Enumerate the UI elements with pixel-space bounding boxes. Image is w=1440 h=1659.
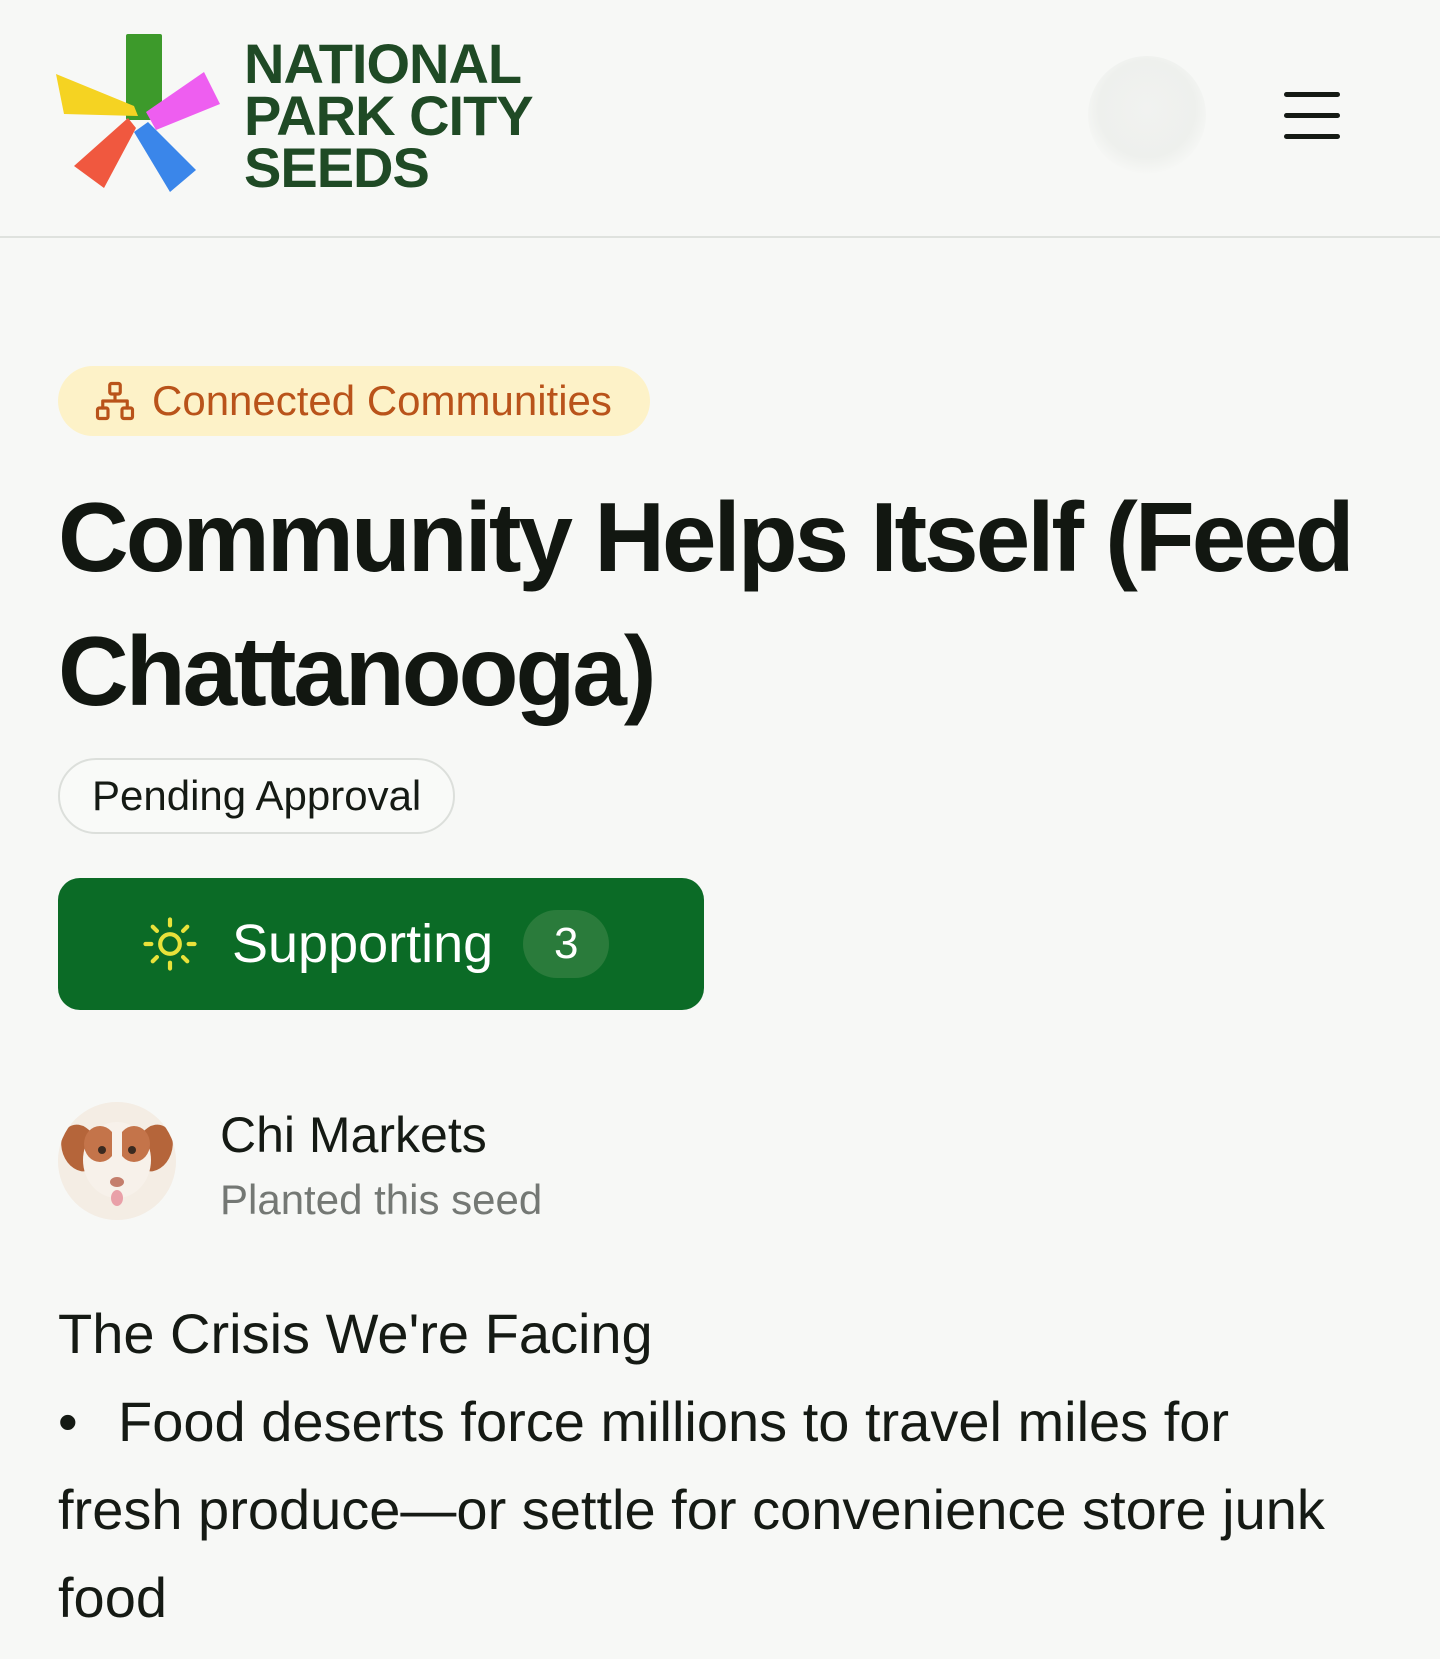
profile-avatar-placeholder[interactable] <box>1088 56 1206 174</box>
hamburger-menu-icon[interactable] <box>1278 86 1344 146</box>
seed-description: The Crisis We're Facing • Food deserts fo… <box>58 1290 1368 1642</box>
supporter-count-badge: 3 <box>523 910 610 978</box>
logo-line: NATIONAL <box>244 32 522 95</box>
bullet-icon: • <box>58 1390 78 1453</box>
logo-icon[interactable] <box>54 34 234 204</box>
section-heading: The Crisis We're Facing <box>58 1302 653 1365</box>
page-title: Community Helps Itself (Feed Chattanooga… <box>58 482 1355 726</box>
avatar[interactable] <box>58 1102 176 1220</box>
supporting-button[interactable]: Supporting 3 <box>58 878 704 1010</box>
author-name[interactable]: Chi Markets <box>220 1106 487 1164</box>
sun-icon <box>143 917 197 971</box>
supporting-label: Supporting <box>232 914 494 974</box>
site-header: NATIONAL PARK CITY SEEDS <box>0 0 1440 238</box>
logo-line: PARK CITY <box>244 84 534 147</box>
logo-wordmark[interactable]: NATIONAL PARK CITY SEEDS <box>244 32 534 199</box>
category-tag[interactable]: Connected Communities <box>58 366 650 436</box>
network-icon <box>95 381 135 421</box>
logo-line: SEEDS <box>244 136 430 199</box>
author-subtitle: Planted this seed <box>220 1176 543 1223</box>
bullet-text: Food deserts force millions to travel mi… <box>58 1390 1325 1629</box>
category-label: Connected Communities <box>152 377 612 424</box>
status-label: Pending Approval <box>92 772 422 819</box>
list-item: • Food deserts force millions to travel m… <box>58 1378 1368 1642</box>
status-badge: Pending Approval <box>58 758 456 834</box>
